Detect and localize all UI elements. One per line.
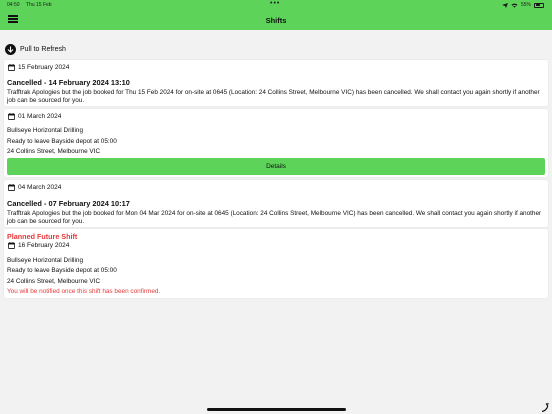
status-date: Thu 15 Feb	[26, 2, 52, 8]
wifi-icon	[511, 3, 518, 8]
shift-company: Bullseye Horizontal Drilling	[7, 127, 84, 134]
multitasking-dots-icon[interactable]: •••	[270, 0, 280, 7]
shift-date-row: 04 March 2024	[8, 184, 61, 191]
shift-date: 15 February 2024	[18, 64, 70, 71]
status-bar: 04:50 Thu 15 Feb ••• 55%	[0, 0, 552, 10]
battery-icon	[534, 2, 544, 8]
shift-card-scheduled[interactable]: 01 March 2024 Bullseye Horizontal Drilli…	[4, 109, 548, 177]
shift-status-label: Planned Future Shift	[7, 232, 78, 241]
shift-depart: Ready to leave Bayside depot at 05:00	[7, 137, 117, 145]
location-icon	[501, 2, 508, 8]
shift-company: Bullseye Horizontal Drilling	[7, 256, 84, 264]
calendar-icon	[8, 64, 15, 71]
cancel-message: Trafftrak Apologies but the job booked f…	[7, 210, 542, 225]
battery-fill	[535, 4, 540, 6]
calendar-icon	[8, 184, 15, 191]
cancel-title: Cancelled - 14 February 2024 13:10	[7, 78, 130, 87]
scribble-icon	[541, 403, 549, 412]
pull-to-refresh-label: Pull to Refresh	[20, 46, 66, 53]
status-indicators: 55%	[501, 2, 544, 8]
shift-date: 16 February 2024	[18, 242, 70, 249]
calendar-icon	[8, 113, 15, 120]
calendar-icon	[8, 242, 15, 249]
shift-date-row: 16 February 2024	[8, 242, 69, 249]
shift-date: 04 March 2024	[18, 184, 62, 191]
shift-date-row: 01 March 2024	[8, 113, 61, 120]
shift-location: 24 Collins Street, Melbourne VIC	[7, 148, 101, 155]
app-header: 04:50 Thu 15 Feb ••• 55% Shifts	[0, 0, 552, 30]
pull-to-refresh[interactable]: Pull to Refresh	[5, 44, 66, 55]
shift-card-cancelled-2[interactable]: 04 March 2024 Cancelled - 07 February 20…	[4, 180, 548, 227]
cancel-message: Trafftrak Apologies but the job booked f…	[7, 89, 540, 104]
home-indicator[interactable]	[207, 408, 346, 411]
shift-date-row: 15 February 2024	[8, 64, 69, 71]
battery-percent: 55%	[520, 2, 531, 8]
details-button[interactable]: Details	[7, 158, 545, 175]
shift-depart: Ready to leave Bayside depot at 05:00	[7, 267, 117, 274]
shift-card-cancelled-1[interactable]: 15 February 2024 Cancelled - 14 February…	[4, 60, 548, 106]
page-title: Shifts	[265, 16, 287, 25]
arrow-down-circle-icon	[5, 44, 16, 55]
shift-date: 01 March 2024	[18, 113, 62, 120]
shift-card-planned[interactable]: Planned Future Shift 16 February 2024 Bu…	[4, 229, 548, 298]
shift-location: 24 Collins Street, Melbourne VIC	[7, 277, 101, 285]
cancel-title: Cancelled - 07 February 2024 10:17	[7, 199, 130, 208]
confirmation-notice: You will be notified once this shift has…	[7, 288, 161, 295]
status-time: 04:50	[7, 2, 20, 8]
